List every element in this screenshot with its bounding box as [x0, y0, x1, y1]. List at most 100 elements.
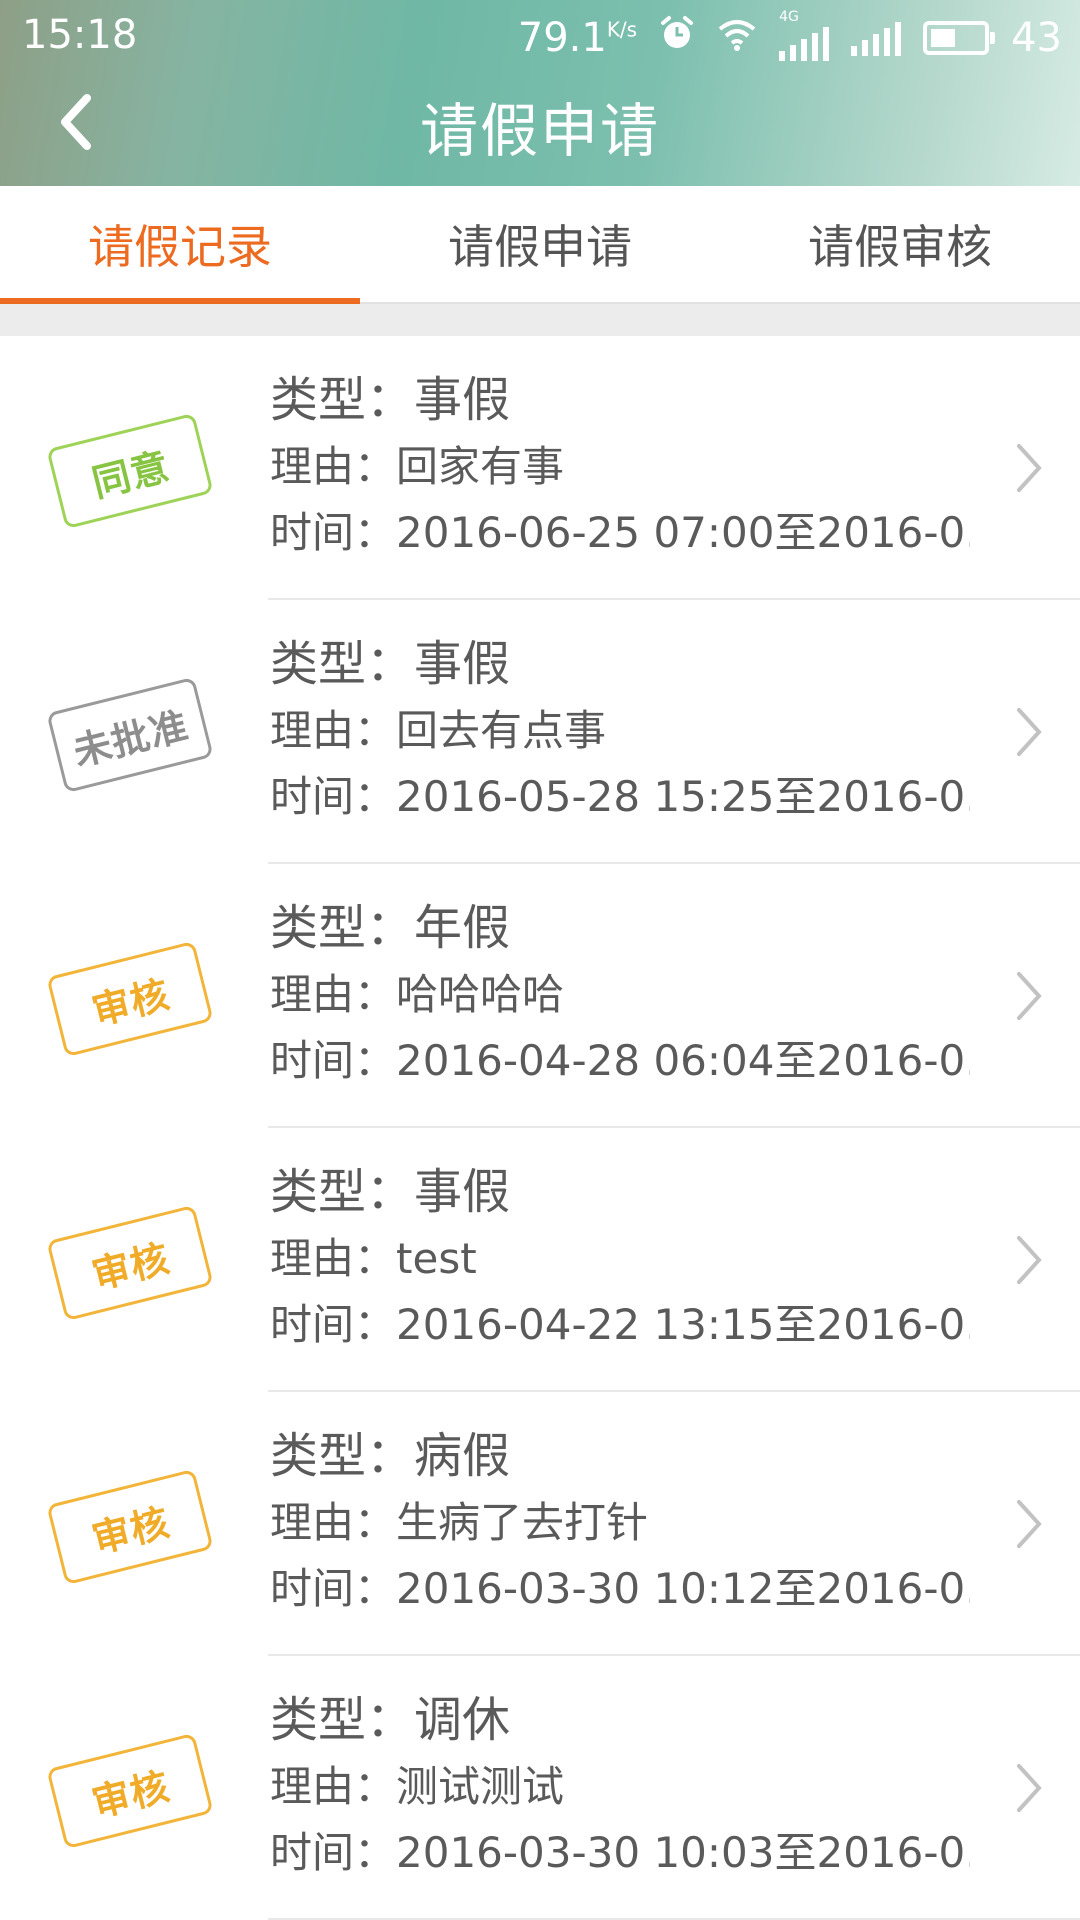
- leave-record-row[interactable]: 未批准 类型：事假 理由：回去有点事 时间：2016-05-28 15:25至2…: [0, 600, 1080, 864]
- chevron-right-icon: [1017, 708, 1042, 756]
- alarm-icon: [659, 15, 695, 61]
- status-stamp: 审核: [44, 940, 224, 1058]
- record-reason: 理由：test: [270, 1226, 970, 1292]
- time-value: 2016-03-30 10:03至2016-0...: [396, 1828, 970, 1877]
- net-speed-value: 79.1: [517, 15, 607, 61]
- reason-prefix: 理由：: [270, 706, 397, 755]
- tab-leave-review[interactable]: 请假审核: [720, 186, 1080, 302]
- wifi-icon: [717, 15, 757, 61]
- status-stamp: 审核: [44, 1204, 224, 1322]
- chevron-right-icon: [1017, 1236, 1042, 1284]
- type-prefix: 类型：: [270, 1428, 415, 1484]
- status-stamp: 同意: [44, 412, 224, 530]
- tab-leave-records[interactable]: 请假记录: [0, 186, 360, 304]
- time-prefix: 时间：: [270, 772, 397, 821]
- reason-value: 哈哈哈哈: [396, 970, 565, 1019]
- record-info: 类型：事假 理由：test 时间：2016-04-22 13:15至2016-0…: [270, 1158, 970, 1358]
- record-info: 类型：病假 理由：生病了去打针 时间：2016-03-30 10:12至2016…: [270, 1422, 970, 1622]
- record-time: 时间：2016-05-28 15:25至2016-0...: [270, 764, 970, 830]
- section-separator: [0, 304, 1080, 336]
- status-icons: 79.1K/s 4G 43: [518, 9, 1062, 64]
- record-time: 时间：2016-04-28 06:04至2016-0...: [270, 1028, 970, 1094]
- record-info: 类型：事假 理由：回家有事 时间：2016-06-25 07:00至2016-0…: [270, 366, 970, 566]
- record-type: 类型：事假: [270, 366, 970, 434]
- reason-prefix: 理由：: [270, 1234, 397, 1283]
- record-reason: 理由：回家有事: [270, 434, 970, 500]
- leave-record-row[interactable]: 审核 类型：病假 理由：生病了去打针 时间：2016-03-30 10:12至2…: [0, 1392, 1080, 1656]
- record-reason: 理由：测试测试: [270, 1754, 970, 1820]
- time-value: 2016-06-25 07:00至2016-0...: [396, 508, 970, 557]
- time-value: 2016-04-22 13:15至2016-0...: [396, 1300, 970, 1349]
- reason-prefix: 理由：: [270, 970, 397, 1019]
- signal-icon: [851, 20, 902, 56]
- status-stamp: 审核: [44, 1468, 224, 1586]
- battery-level: 43: [1011, 15, 1062, 61]
- record-time: 时间：2016-03-30 10:12至2016-0...: [270, 1556, 970, 1622]
- stamp-approved: 同意: [46, 412, 214, 530]
- net-speed: 79.1K/s: [518, 15, 637, 61]
- type-prefix: 类型：: [270, 636, 415, 692]
- page-title: 请假申请: [419, 97, 660, 165]
- leave-record-list: 同意 类型：事假 理由：回家有事 时间：2016-06-25 07:00至201…: [0, 336, 1080, 1920]
- record-reason: 理由：生病了去打针: [270, 1490, 970, 1556]
- chevron-right-icon: [1017, 444, 1042, 492]
- reason-value: 回去有点事: [396, 706, 607, 755]
- record-time: 时间：2016-06-25 07:00至2016-0...: [270, 500, 970, 566]
- type-value: 事假: [414, 636, 511, 692]
- record-type: 类型：病假: [270, 1422, 970, 1490]
- time-prefix: 时间：: [270, 1828, 397, 1877]
- stamp-pending: 审核: [46, 1732, 214, 1850]
- net-speed-unit: K/s: [606, 17, 638, 42]
- leave-record-row[interactable]: 审核 类型：年假 理由：哈哈哈哈 时间：2016-04-28 06:04至201…: [0, 864, 1080, 1128]
- chevron-right-icon: [1017, 972, 1042, 1020]
- leave-record-row[interactable]: 审核 类型：调休 理由：测试测试 时间：2016-03-30 10:03至201…: [0, 1656, 1080, 1920]
- reason-value: 生病了去打针: [396, 1498, 649, 1547]
- reason-value: 测试测试: [396, 1762, 565, 1811]
- tab-bar: 请假记录 请假申请 请假审核: [0, 186, 1080, 304]
- record-time: 时间：2016-03-30 10:03至2016-0...: [270, 1820, 970, 1886]
- time-prefix: 时间：: [270, 1300, 397, 1349]
- time-prefix: 时间：: [270, 1564, 397, 1613]
- record-reason: 理由：回去有点事: [270, 698, 970, 764]
- chevron-right-icon: [1017, 1500, 1042, 1548]
- reason-value: test: [396, 1234, 477, 1283]
- record-info: 类型：调休 理由：测试测试 时间：2016-03-30 10:03至2016-0…: [270, 1686, 970, 1886]
- type-value: 调休: [414, 1692, 511, 1748]
- type-value: 事假: [414, 372, 511, 428]
- reason-value: 回家有事: [396, 442, 565, 491]
- record-info: 类型：事假 理由：回去有点事 时间：2016-05-28 15:25至2016-…: [270, 630, 970, 830]
- network-type-label: 4G: [779, 9, 799, 25]
- stamp-pending: 审核: [46, 1468, 214, 1586]
- signal-4g-icon: 4G: [779, 9, 830, 61]
- time-value: 2016-04-28 06:04至2016-0...: [396, 1036, 970, 1085]
- record-type: 类型：事假: [270, 630, 970, 698]
- record-info: 类型：年假 理由：哈哈哈哈 时间：2016-04-28 06:04至2016-0…: [270, 894, 970, 1094]
- type-prefix: 类型：: [270, 900, 415, 956]
- time-value: 2016-05-28 15:25至2016-0...: [396, 772, 970, 821]
- leave-record-row[interactable]: 审核 类型：事假 理由：test 时间：2016-04-22 13:15至201…: [0, 1128, 1080, 1392]
- type-prefix: 类型：: [270, 372, 415, 428]
- status-stamp: 审核: [44, 1732, 224, 1850]
- tab-leave-application[interactable]: 请假申请: [360, 186, 720, 302]
- status-bar: 15:18 79.1K/s 4G 43: [0, 0, 1080, 76]
- stamp-pending: 审核: [46, 1204, 214, 1322]
- reason-prefix: 理由：: [270, 1498, 397, 1547]
- chevron-right-icon: [1017, 1764, 1042, 1812]
- type-value: 事假: [414, 1164, 511, 1220]
- stamp-rejected: 未批准: [46, 676, 214, 794]
- time-prefix: 时间：: [270, 508, 397, 557]
- battery-icon: [923, 21, 996, 55]
- record-type: 类型：年假: [270, 894, 970, 962]
- stamp-pending: 审核: [46, 940, 214, 1058]
- time-prefix: 时间：: [270, 1036, 397, 1085]
- type-prefix: 类型：: [270, 1692, 415, 1748]
- record-time: 时间：2016-04-22 13:15至2016-0...: [270, 1292, 970, 1358]
- record-type: 类型：调休: [270, 1686, 970, 1754]
- type-prefix: 类型：: [270, 1164, 415, 1220]
- time-value: 2016-03-30 10:12至2016-0...: [396, 1564, 970, 1613]
- leave-record-row[interactable]: 同意 类型：事假 理由：回家有事 时间：2016-06-25 07:00至201…: [0, 336, 1080, 600]
- reason-prefix: 理由：: [270, 1762, 397, 1811]
- status-stamp: 未批准: [44, 676, 224, 794]
- record-type: 类型：事假: [270, 1158, 970, 1226]
- type-value: 年假: [414, 900, 511, 956]
